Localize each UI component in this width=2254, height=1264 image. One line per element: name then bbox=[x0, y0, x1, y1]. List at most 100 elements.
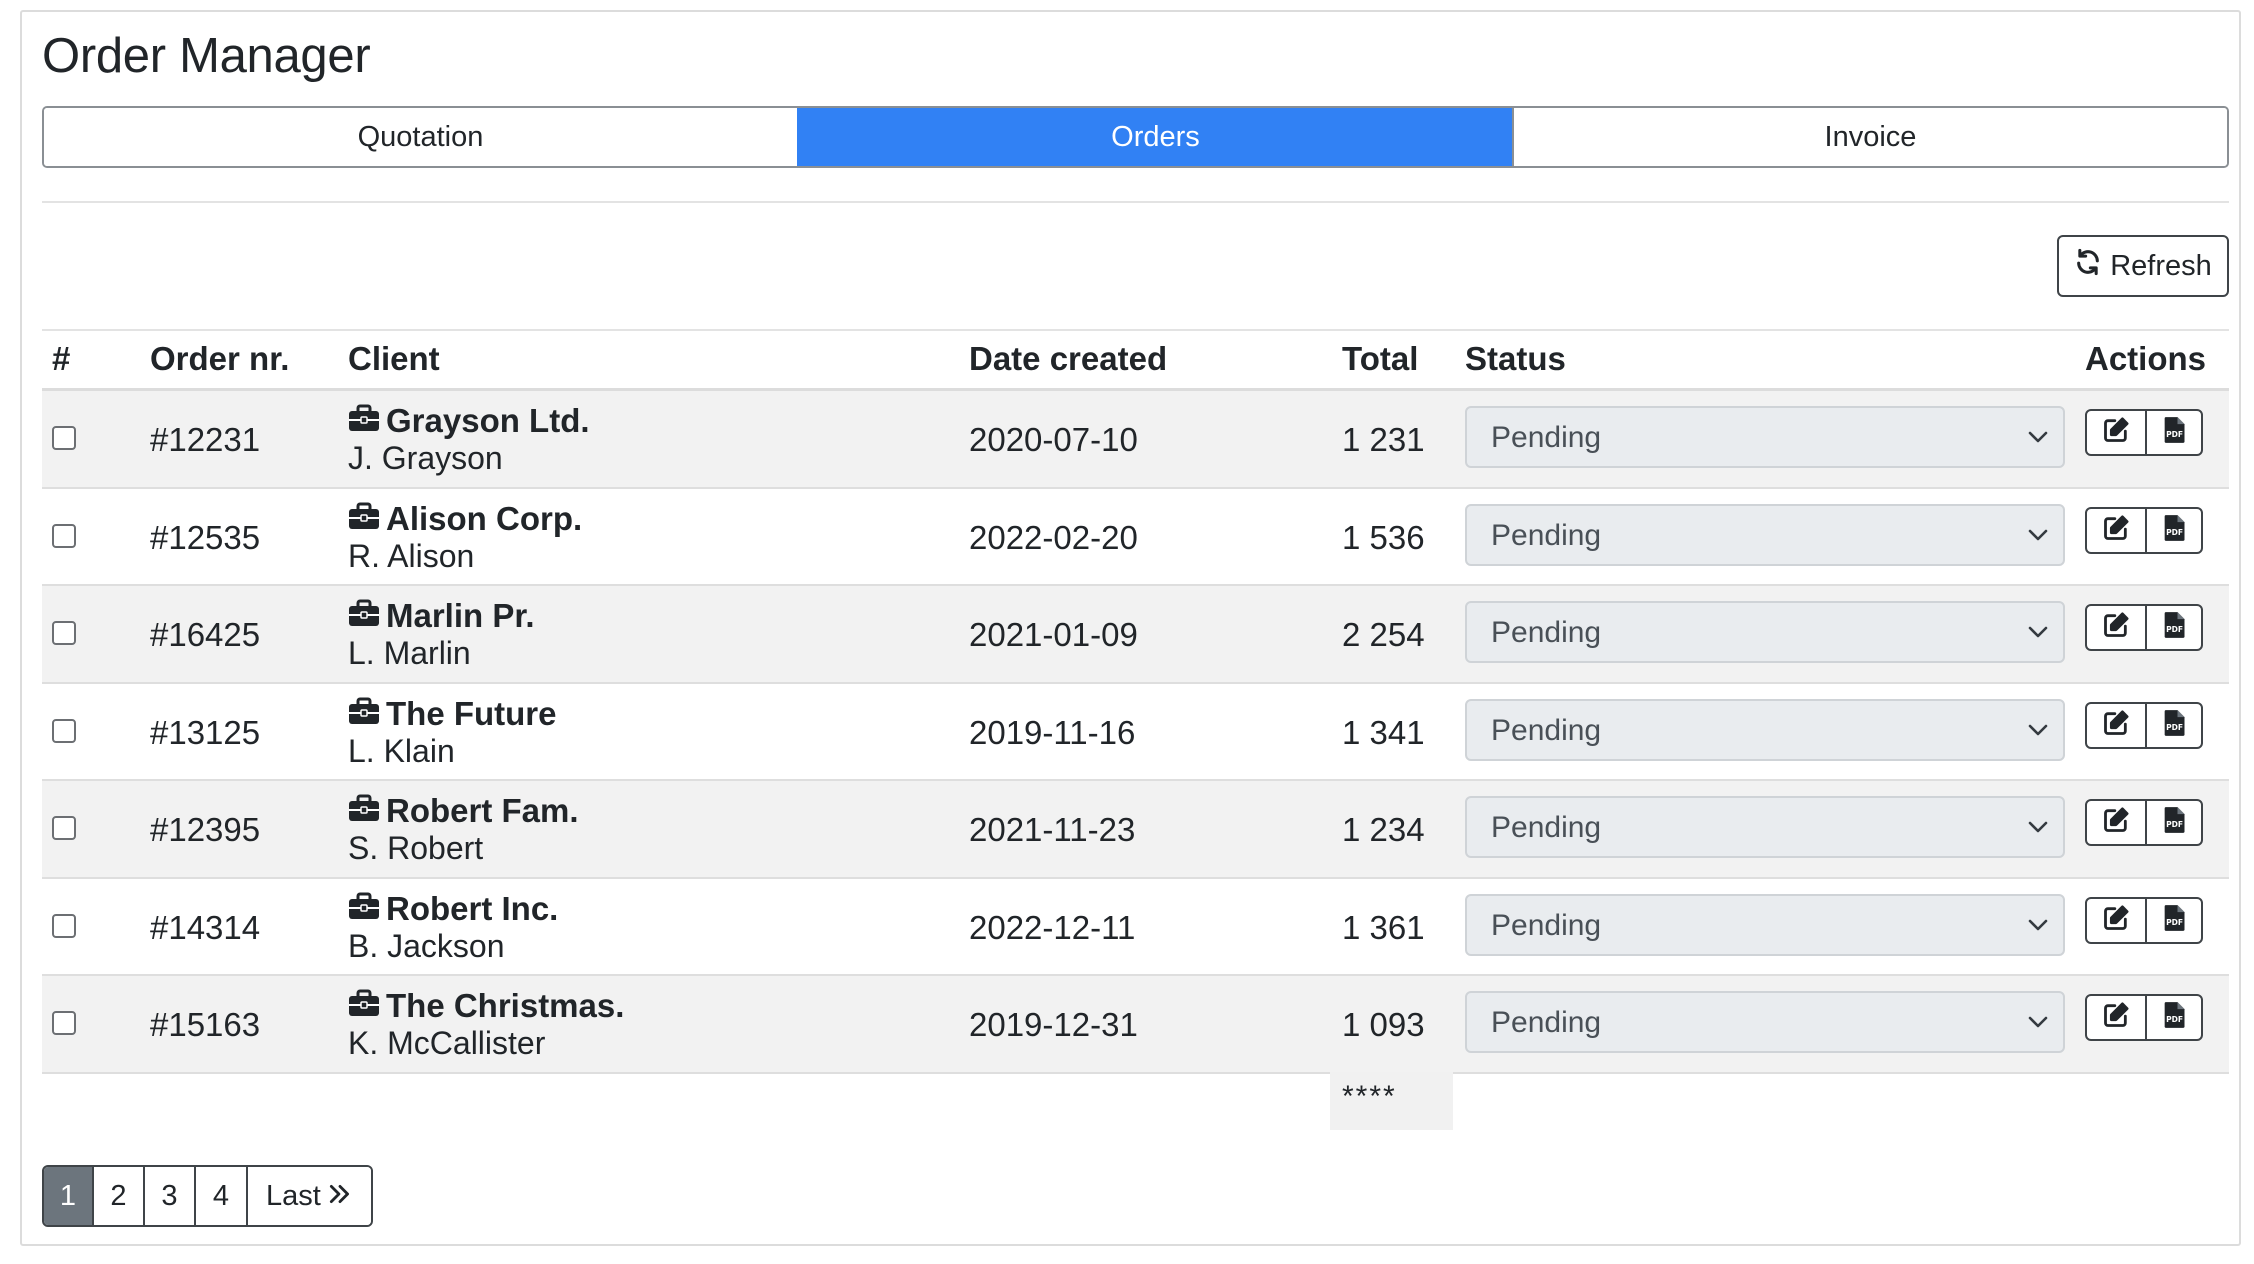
page-4-button[interactable]: 4 bbox=[194, 1167, 246, 1225]
row-select-checkbox[interactable] bbox=[52, 1011, 76, 1035]
client-company: Alison Corp. bbox=[348, 500, 582, 538]
table-row: #14314 Robert Inc. B. Jackson 2022-12-11 1 3… bbox=[42, 878, 2229, 976]
date-created: 2019-11-16 bbox=[969, 713, 1136, 751]
header-total[interactable]: Total bbox=[1342, 340, 1418, 378]
order-number: #13125 bbox=[150, 713, 261, 751]
row-actions: PDF bbox=[2085, 896, 2203, 944]
briefcase-icon bbox=[348, 500, 380, 538]
chevron-down-icon bbox=[2027, 916, 2049, 934]
briefcase-icon bbox=[348, 695, 380, 733]
tab-bar: Quotation Orders Invoice bbox=[42, 106, 2229, 168]
chevron-down-icon bbox=[2027, 428, 2049, 446]
order-number: #12535 bbox=[150, 518, 261, 556]
row-actions: PDF bbox=[2085, 409, 2203, 456]
status-select-value: Pending bbox=[1491, 616, 1602, 649]
double-chevron-right-icon bbox=[327, 1180, 353, 1213]
date-created: 2022-12-11 bbox=[969, 908, 1136, 946]
status-select[interactable]: Pending bbox=[1465, 406, 2065, 468]
table-row: #12395 Robert Fam. S. Robert 2021-11-23 1 23… bbox=[42, 781, 2229, 879]
refresh-label: Refresh bbox=[2110, 249, 2212, 282]
edit-button[interactable] bbox=[2085, 409, 2147, 456]
client-cell: Grayson Ltd. J. Grayson bbox=[348, 402, 590, 477]
chevron-down-icon bbox=[2027, 526, 2049, 544]
client-company-name: The Future bbox=[386, 694, 557, 732]
client-contact: R. Alison bbox=[348, 537, 475, 574]
refresh-button[interactable]: Refresh bbox=[2057, 235, 2229, 297]
order-total: 2 254 bbox=[1342, 616, 1425, 653]
edit-button[interactable] bbox=[2085, 896, 2147, 944]
status-select[interactable]: Pending bbox=[1465, 503, 2065, 566]
total-footer-cell: **** bbox=[1330, 1072, 1453, 1130]
status-select[interactable]: Pending bbox=[1465, 698, 2065, 761]
tab-orders[interactable]: Orders bbox=[797, 108, 1512, 166]
order-number: #15163 bbox=[150, 1006, 261, 1043]
client-cell: The Christmas. K. McCallister bbox=[348, 987, 624, 1062]
svg-text:PDF: PDF bbox=[2166, 820, 2183, 829]
chevron-down-icon bbox=[2027, 1013, 2049, 1031]
page-3-button[interactable]: 3 bbox=[143, 1167, 194, 1225]
header-client[interactable]: Client bbox=[348, 340, 440, 378]
page-1-button[interactable]: 1 bbox=[44, 1167, 92, 1225]
tab-invoice[interactable]: Invoice bbox=[1512, 108, 2227, 166]
edit-icon bbox=[2102, 611, 2130, 644]
date-created: 2019-12-31 bbox=[969, 1006, 1138, 1043]
header-order-nr[interactable]: Order nr. bbox=[150, 340, 289, 378]
page-2-button[interactable]: 2 bbox=[92, 1167, 143, 1225]
status-select-value: Pending bbox=[1491, 713, 1602, 747]
pdf-button[interactable]: PDF bbox=[2145, 994, 2203, 1041]
row-actions: PDF bbox=[2085, 994, 2203, 1041]
table-row: #12535 Alison Corp. R. Alison 2022-02-20 1 5… bbox=[42, 488, 2229, 586]
pdf-file-icon: PDF bbox=[2160, 709, 2188, 742]
edit-icon bbox=[2102, 806, 2130, 839]
client-company: The Future bbox=[348, 695, 557, 733]
tab-quotation[interactable]: Quotation bbox=[44, 108, 797, 166]
briefcase-icon bbox=[348, 792, 380, 830]
svg-text:PDF: PDF bbox=[2166, 625, 2183, 634]
header-status[interactable]: Status bbox=[1465, 340, 1566, 378]
date-created: 2021-01-09 bbox=[969, 616, 1138, 653]
last-page-button[interactable]: Last bbox=[246, 1167, 371, 1225]
row-select-checkbox[interactable] bbox=[52, 621, 76, 645]
row-select-checkbox[interactable] bbox=[52, 426, 76, 450]
status-select[interactable]: Pending bbox=[1465, 893, 2065, 956]
last-page-label: Last bbox=[266, 1179, 321, 1212]
chevron-down-icon bbox=[2027, 623, 2049, 641]
edit-button[interactable] bbox=[2085, 701, 2147, 749]
pdf-button[interactable]: PDF bbox=[2145, 896, 2203, 944]
order-total: 1 231 bbox=[1342, 421, 1425, 458]
row-actions: PDF bbox=[2085, 604, 2203, 651]
page-title: Order Manager bbox=[42, 29, 371, 83]
row-select-checkbox[interactable] bbox=[52, 816, 76, 840]
client-company-name: Marlin Pr. bbox=[386, 597, 535, 634]
table-row: #13125 The Future L. Klain 2019-11-16 1 341 P… bbox=[42, 683, 2229, 781]
edit-button[interactable] bbox=[2085, 994, 2147, 1041]
row-select-checkbox[interactable] bbox=[52, 523, 76, 548]
pdf-button[interactable]: PDF bbox=[2145, 409, 2203, 456]
status-select[interactable]: Pending bbox=[1465, 796, 2065, 858]
header-date-created[interactable]: Date created bbox=[969, 340, 1167, 378]
pdf-file-icon: PDF bbox=[2160, 1001, 2188, 1034]
row-select-checkbox[interactable] bbox=[52, 718, 76, 743]
edit-icon bbox=[2102, 514, 2130, 547]
client-company: Grayson Ltd. bbox=[348, 402, 590, 440]
client-contact: L. Marlin bbox=[348, 635, 471, 671]
status-select-value: Pending bbox=[1491, 811, 1602, 844]
client-company: Marlin Pr. bbox=[348, 597, 535, 635]
pdf-button[interactable]: PDF bbox=[2145, 604, 2203, 651]
row-select-checkbox[interactable] bbox=[52, 913, 76, 938]
edit-button[interactable] bbox=[2085, 604, 2147, 651]
table-row: #15163 The Christmas. K. McCallister 2019-1… bbox=[42, 976, 2229, 1074]
table-header: # Order nr. Client Date created Total St… bbox=[42, 332, 2229, 388]
client-contact: L. Klain bbox=[348, 732, 455, 769]
order-total: 1 234 bbox=[1342, 811, 1425, 848]
pdf-button[interactable]: PDF bbox=[2145, 506, 2203, 554]
client-cell: Marlin Pr. L. Marlin bbox=[348, 597, 535, 672]
edit-button[interactable] bbox=[2085, 799, 2147, 846]
client-company-name: Grayson Ltd. bbox=[386, 402, 590, 439]
pdf-button[interactable]: PDF bbox=[2145, 799, 2203, 846]
pdf-button[interactable]: PDF bbox=[2145, 701, 2203, 749]
date-created: 2022-02-20 bbox=[969, 518, 1138, 556]
status-select[interactable]: Pending bbox=[1465, 601, 2065, 663]
status-select[interactable]: Pending bbox=[1465, 991, 2065, 1053]
edit-button[interactable] bbox=[2085, 506, 2147, 554]
